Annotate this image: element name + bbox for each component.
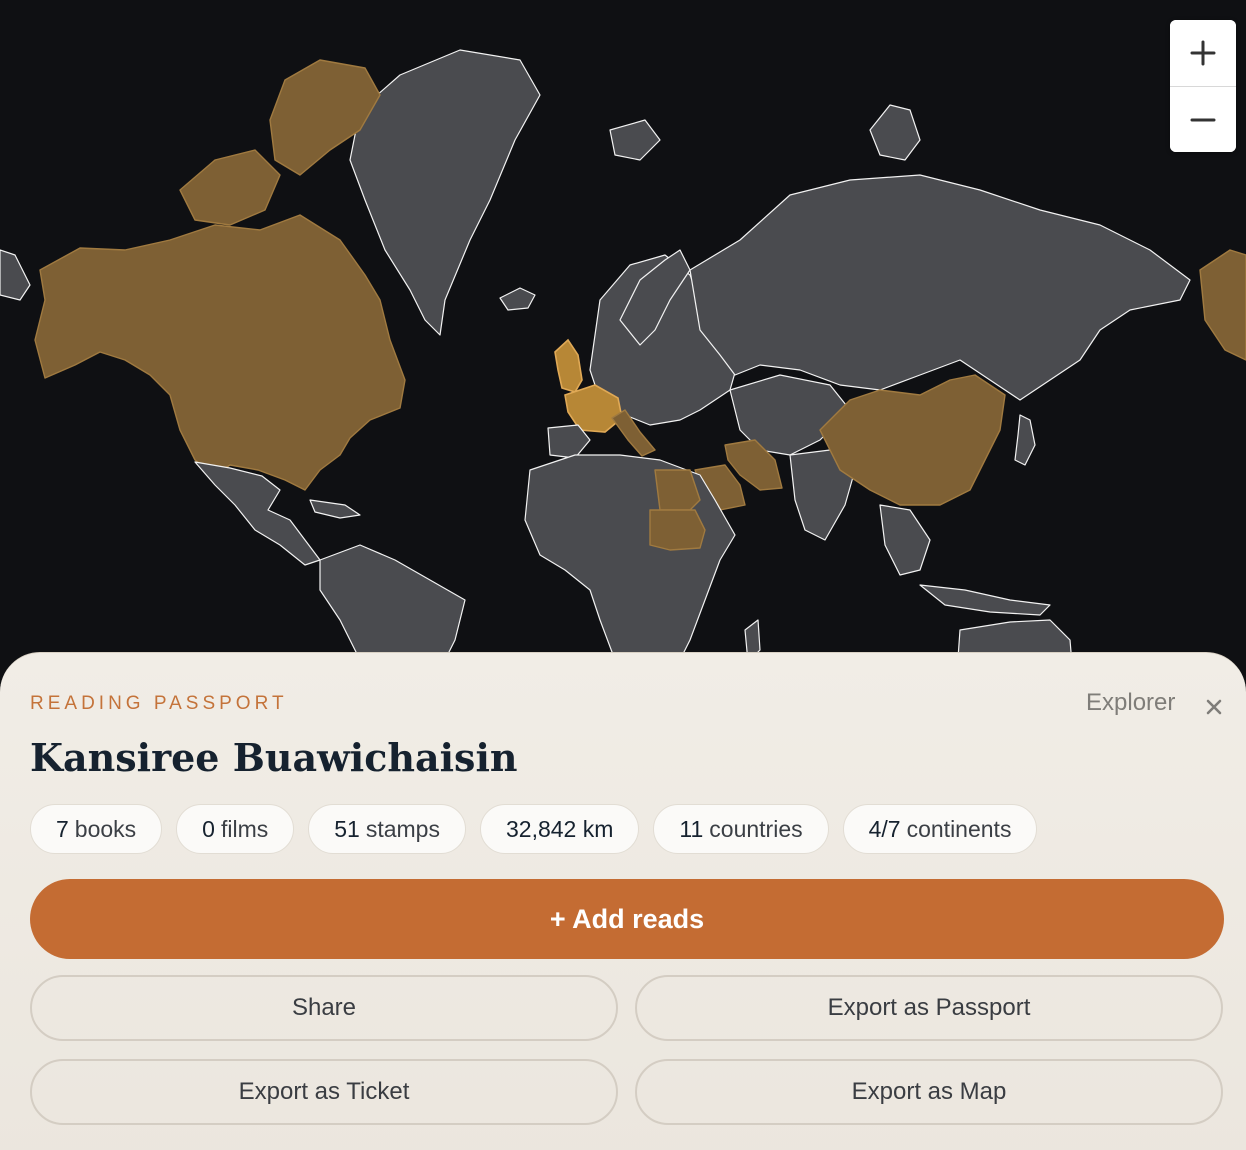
svalbard[interactable] [609,119,661,161]
iceland[interactable] [499,287,536,311]
zoom-in-button[interactable] [1170,20,1236,86]
stat-continents: 4/7 continents [842,804,1038,854]
stat-distance: 32,842 km [479,804,640,854]
zoom-control [1170,20,1236,152]
stat-label: countries [709,815,803,842]
arctic-islands[interactable] [869,104,921,161]
stat-label: continents [906,815,1012,842]
north-america-visited[interactable] [34,214,406,491]
indonesia[interactable] [919,584,1051,616]
stats-row: 7 books 0 films 51 stamps 32,842 km 11 c… [30,804,1038,854]
export-passport-button[interactable]: Export as Passport [635,975,1223,1041]
stat-value: 51 [334,815,360,842]
stat-label: books [74,815,137,842]
stat-value: 11 [679,815,704,842]
sudan[interactable] [649,509,706,551]
russia[interactable] [689,174,1191,401]
stat-stamps: 51 stamps [308,804,466,854]
stat-books: 7 books [30,804,163,854]
stat-label: films [220,815,269,842]
user-name: Kansiree Buawichaisin [30,735,518,780]
southeast-asia[interactable] [879,504,931,576]
stat-value: 4/7 [868,815,901,842]
stat-countries: 11 countries [653,804,829,854]
mode-label[interactable]: Explorer [1086,689,1175,717]
chukotka-west[interactable] [0,249,31,301]
alaska-east[interactable] [1199,249,1246,361]
share-button[interactable]: Share [30,975,618,1041]
add-reads-button[interactable]: + Add reads [30,879,1224,959]
close-icon [1206,699,1222,715]
united-kingdom[interactable] [554,338,583,393]
plus-icon [1190,40,1216,66]
zoom-out-button[interactable] [1170,86,1236,152]
stat-value: 32,842 km [505,815,614,842]
export-map-button[interactable]: Export as Map [635,1059,1223,1125]
map-canvas[interactable] [0,0,1246,700]
japan[interactable] [1014,414,1036,466]
export-ticket-button[interactable]: Export as Ticket [30,1059,618,1125]
world-map[interactable] [0,0,1246,700]
passport-panel: READING PASSPORT Explorer Kansiree Buawi… [0,652,1246,1150]
stat-label: stamps [365,815,440,842]
close-button[interactable] [1200,693,1228,721]
stat-value: 7 [56,815,69,842]
canada-islands-west[interactable] [179,149,281,226]
minus-icon [1190,118,1216,121]
caribbean[interactable] [309,499,361,519]
stat-films: 0 films [176,804,295,854]
panel-eyebrow: READING PASSPORT [30,693,288,714]
stat-value: 0 [202,815,215,842]
